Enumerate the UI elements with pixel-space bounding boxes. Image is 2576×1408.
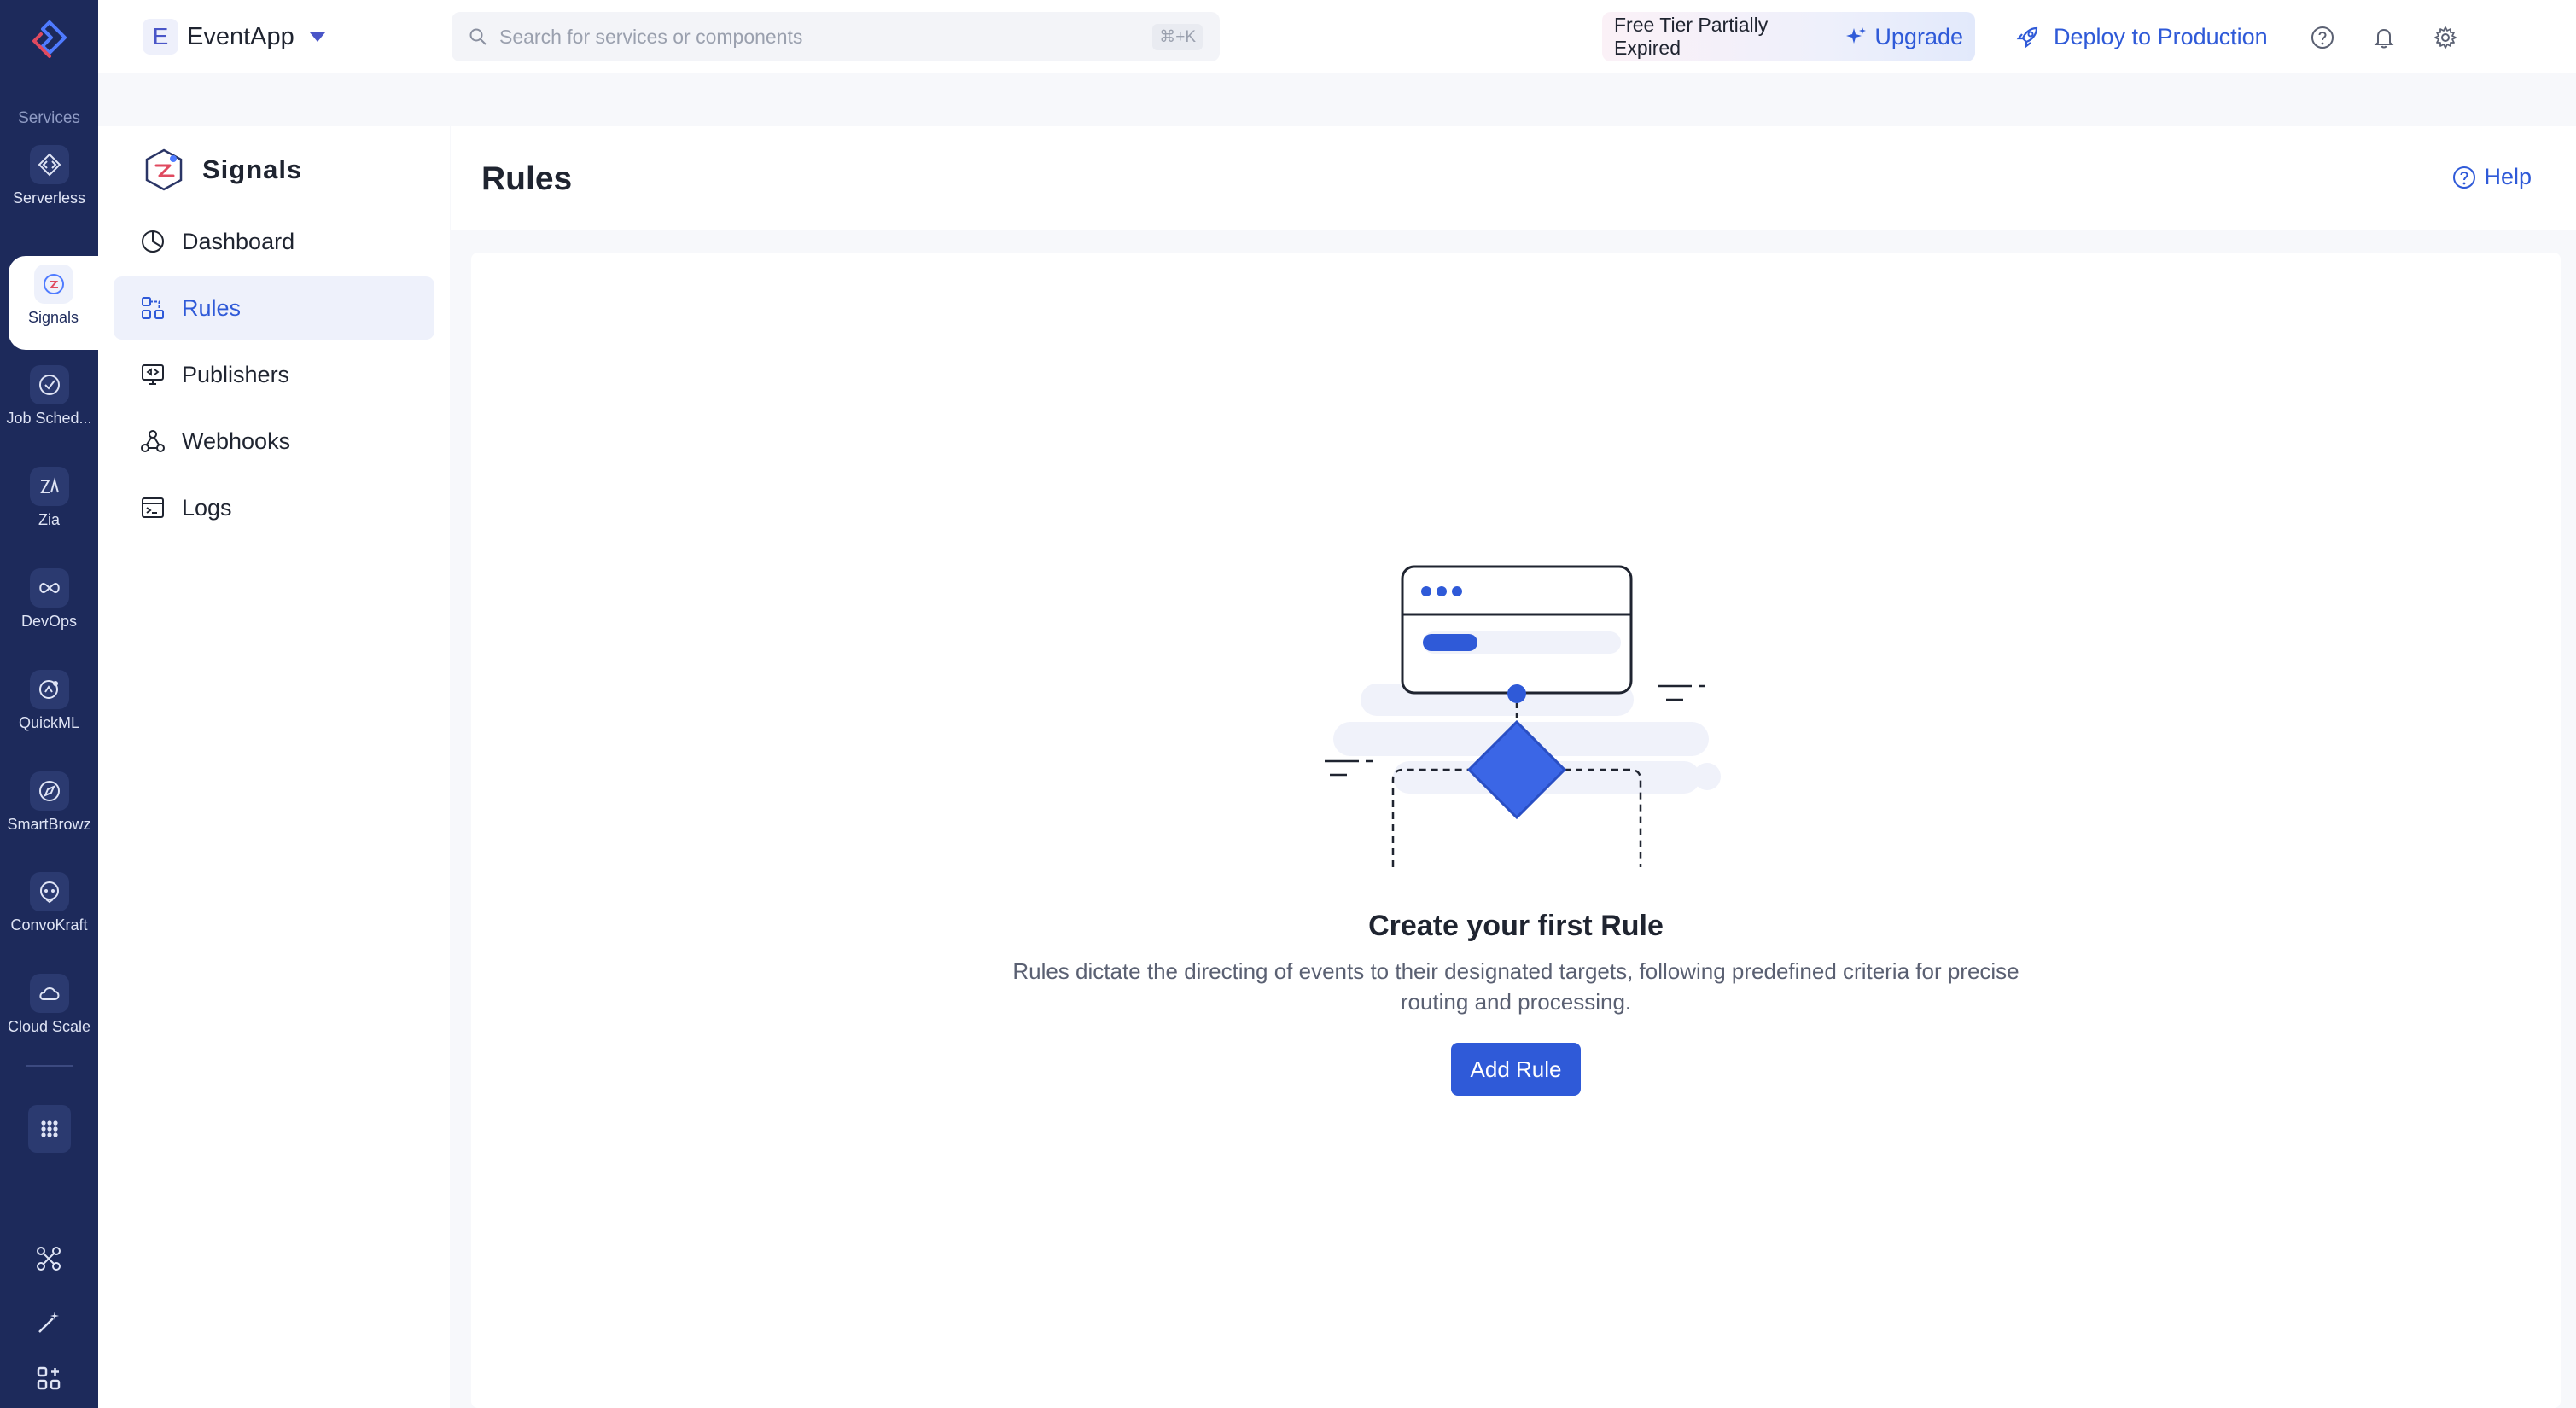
deploy-label: Deploy to Production	[2054, 23, 2268, 49]
nav-item-label: Logs	[182, 494, 232, 521]
page-title: Rules	[481, 160, 573, 197]
signals-icon	[33, 265, 73, 304]
code-icon	[29, 145, 69, 184]
help-circle-icon[interactable]	[2305, 20, 2340, 55]
help-circle-icon	[2453, 166, 2476, 189]
rail-item-label: Job Sched...	[6, 410, 92, 427]
rail-item-label: DevOps	[20, 613, 78, 630]
rail-item-job-scheduling[interactable]: Job Sched...	[0, 357, 98, 451]
rail-item-serverless[interactable]: Serverless	[0, 137, 98, 230]
rail-item-label: Zia	[38, 511, 60, 528]
rail-item-devops[interactable]: DevOps	[0, 560, 98, 654]
app-switcher[interactable]: E EventApp	[143, 17, 325, 56]
nav-item-logs[interactable]: Logs	[114, 476, 434, 539]
rail-item-cloud-scale[interactable]: Cloud Scale	[0, 965, 98, 1059]
help-link[interactable]: Help	[2451, 164, 2532, 190]
search-shortcut-hint: ⌘+K	[1152, 23, 1203, 50]
nav-item-rules[interactable]: Rules	[114, 276, 434, 340]
nav-item-label: Dashboard	[182, 228, 295, 254]
rule-flow-illustration	[1325, 565, 1721, 867]
command-icon[interactable]	[32, 1242, 66, 1276]
rail-item-quickml[interactable]: QuickML	[0, 661, 98, 755]
rocket-icon	[2016, 26, 2038, 49]
nav-item-dashboard[interactable]: Dashboard	[114, 210, 434, 273]
all-services-grid-icon[interactable]	[28, 1105, 71, 1153]
compass-icon	[29, 771, 69, 811]
cloud-icon	[29, 974, 69, 1013]
global-search: ⌘+K	[452, 12, 1220, 61]
widgets-icon[interactable]	[32, 1361, 66, 1395]
upgrade-button[interactable]: Upgrade	[1845, 24, 1963, 50]
service-title: Signals	[141, 147, 302, 193]
help-label: Help	[2484, 164, 2532, 189]
check-circle-icon	[29, 365, 69, 404]
rail-item-label: Cloud Scale	[7, 1018, 91, 1035]
ml-icon	[29, 670, 69, 709]
rail-item-signals[interactable]: Signals	[9, 256, 98, 350]
rail-divider	[26, 1065, 73, 1067]
top-header: E EventApp ⌘+K Free Tier Partially Expir…	[98, 0, 2576, 73]
nav-item-label: Rules	[182, 294, 242, 321]
zia-icon	[29, 467, 69, 506]
magic-wand-icon[interactable]	[32, 1306, 66, 1340]
service-title-text: Signals	[202, 154, 303, 184]
rail-item-label: QuickML	[18, 714, 79, 731]
publishers-icon	[142, 364, 164, 385]
add-rule-button[interactable]: Add Rule	[1451, 1043, 1581, 1096]
search-input[interactable]	[499, 25, 1153, 49]
bell-icon[interactable]	[2367, 20, 2401, 55]
sparkle-icon	[1846, 27, 1867, 44]
bot-icon	[29, 872, 69, 911]
webhook-icon	[141, 430, 165, 452]
chevron-down-icon	[309, 32, 325, 42]
app-name: EventApp	[187, 22, 294, 50]
rules-empty-state: Create your first Rule Rules dictate the…	[471, 253, 2561, 1408]
empty-state-description: Rules dictate the directing of events to…	[1012, 958, 2019, 1015]
nav-item-label: Publishers	[182, 361, 290, 387]
gear-icon[interactable]	[2428, 20, 2462, 55]
rail-item-label: Signals	[27, 309, 79, 326]
tier-status-text: Free Tier Partially Expired	[1614, 14, 1769, 59]
rail-item-label: Serverless	[12, 189, 86, 207]
nav-item-label: Webhooks	[182, 428, 291, 454]
empty-state-title: Create your first Rule	[1368, 910, 1664, 942]
app-initial-badge: E	[143, 19, 178, 55]
upgrade-label: Upgrade	[1874, 23, 1963, 49]
infinity-icon	[29, 568, 69, 608]
search-icon	[469, 28, 487, 45]
rail-section-label: Services	[18, 109, 80, 127]
dashboard-icon	[142, 230, 164, 253]
catalyst-logo-icon[interactable]	[26, 17, 73, 65]
rail-item-smartbrowz[interactable]: SmartBrowz	[0, 763, 98, 857]
service-sidebar: Signals Dashboard Rules Publishers Webho…	[98, 126, 450, 1408]
rules-icon	[142, 297, 164, 319]
rail-item-label: SmartBrowz	[7, 816, 91, 833]
rail-item-label: ConvoKraft	[10, 916, 88, 934]
terminal-icon	[142, 497, 164, 518]
rail-item-convokraft[interactable]: ConvoKraft	[0, 864, 98, 957]
nav-item-publishers[interactable]: Publishers	[114, 343, 434, 406]
signals-icon	[145, 148, 183, 191]
rail-item-zia[interactable]: Zia	[0, 458, 98, 552]
services-rail: Services Serverless Signals Job Sched...…	[0, 0, 98, 1408]
page-header: Rules Help	[451, 126, 2576, 230]
tier-banner: Free Tier Partially Expired Upgrade	[1602, 12, 1975, 61]
deploy-to-production-button[interactable]: Deploy to Production	[2014, 17, 2268, 56]
nav-item-webhooks[interactable]: Webhooks	[114, 410, 434, 473]
